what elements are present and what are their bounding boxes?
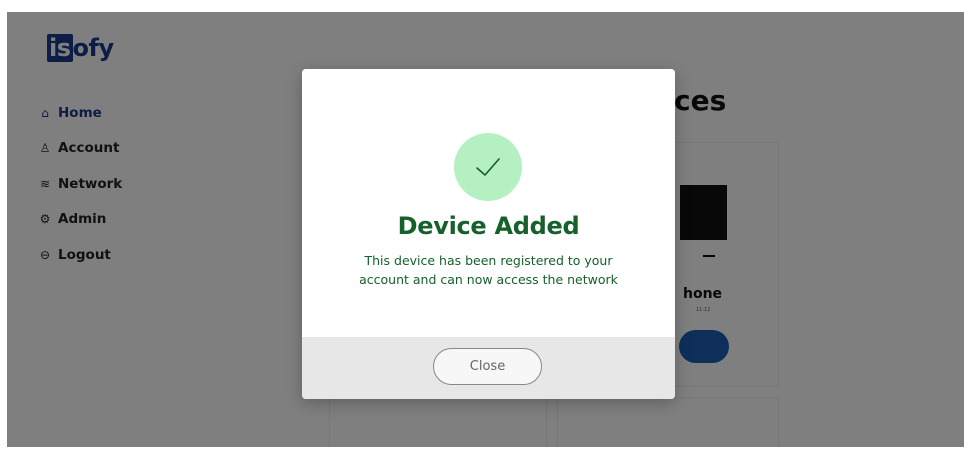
dialog-footer: Close bbox=[302, 337, 675, 399]
dialog-message: This device has been registered to your … bbox=[342, 251, 635, 289]
success-badge bbox=[454, 133, 522, 201]
scrollbar[interactable] bbox=[964, 12, 971, 447]
check-icon bbox=[476, 158, 500, 176]
dialog-body: Device Added This device has been regist… bbox=[302, 69, 675, 337]
dialog-title: Device Added bbox=[397, 212, 580, 240]
app-window: isofy ⌂ Home ♙ Account ≋ Network ⚙ Admin… bbox=[7, 12, 964, 447]
device-added-dialog: Device Added This device has been regist… bbox=[302, 69, 675, 399]
close-button[interactable]: Close bbox=[433, 348, 542, 385]
dialog-message-line: account and can now access the network bbox=[359, 272, 618, 287]
dialog-message-line: This device has been registered to your bbox=[364, 253, 613, 268]
